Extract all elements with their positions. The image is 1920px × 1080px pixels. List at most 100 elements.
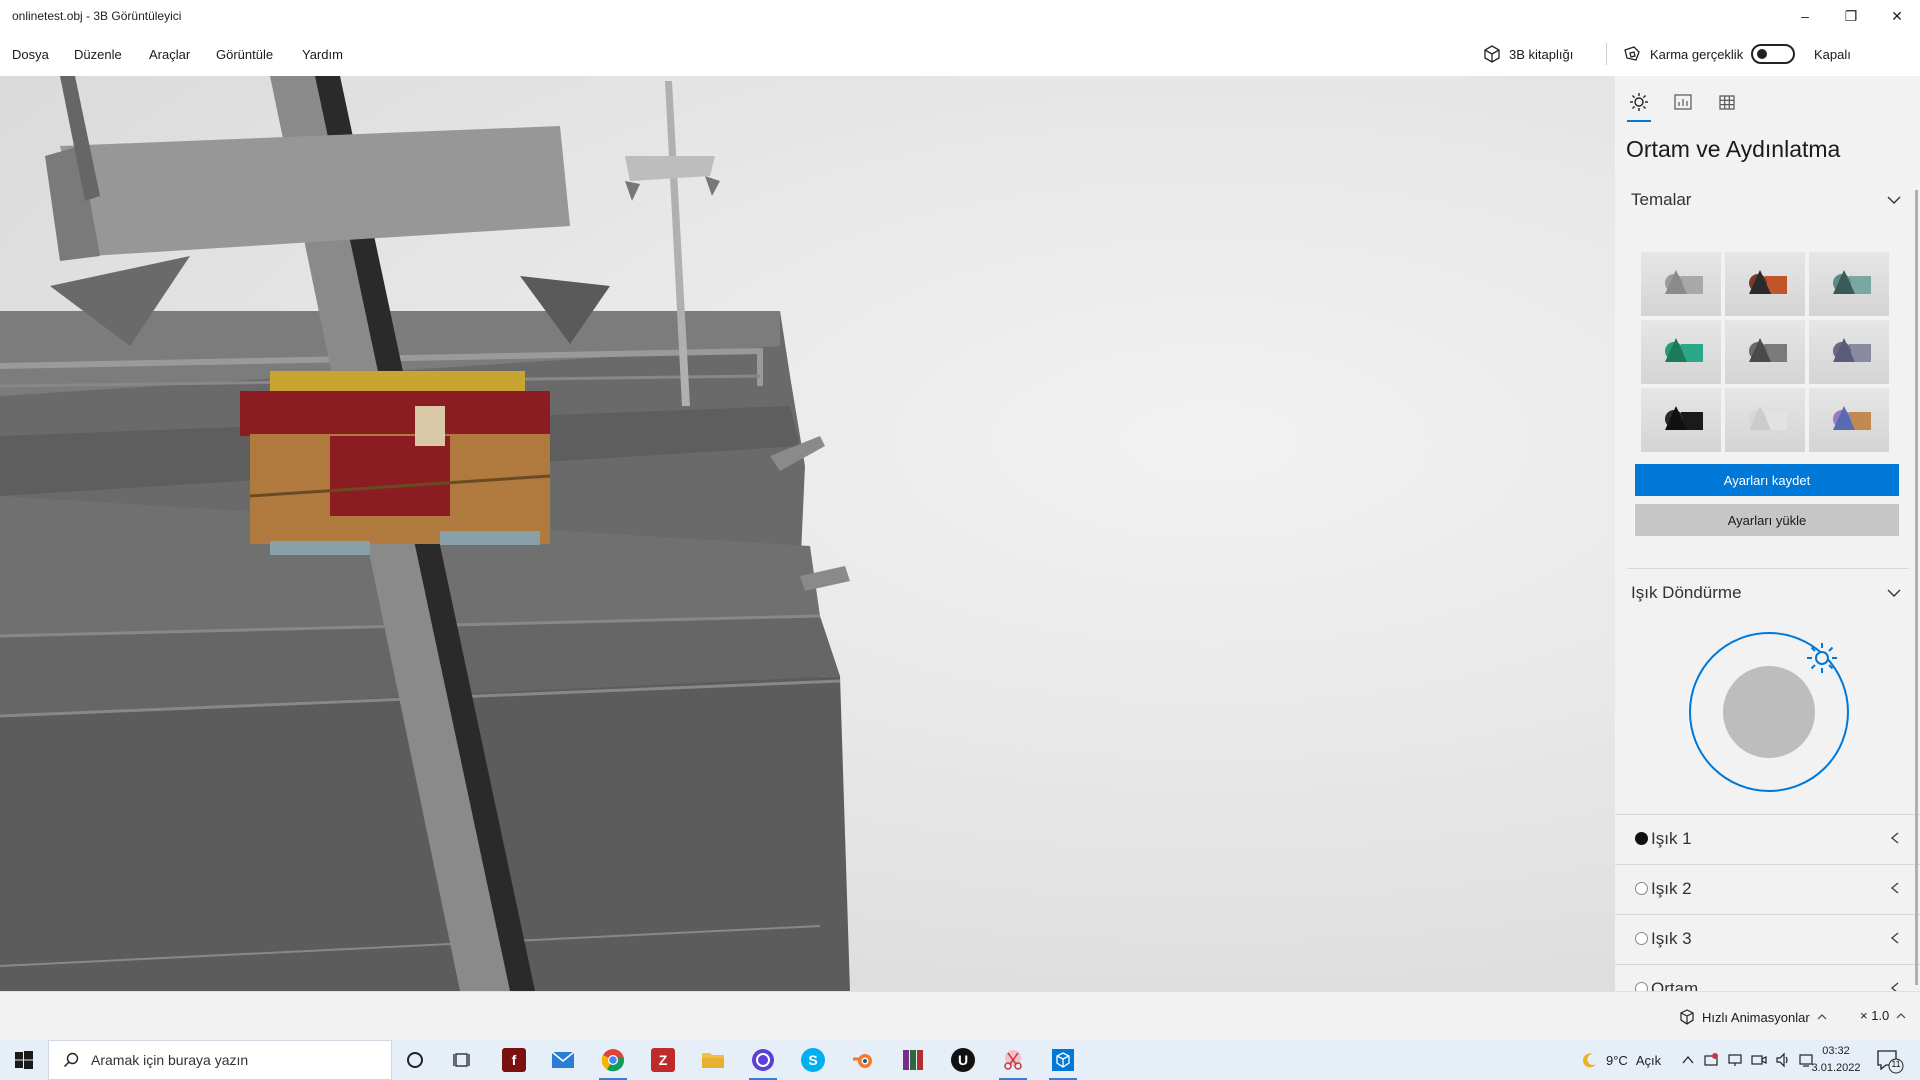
theme-tile[interactable] [1725, 320, 1805, 384]
theme-tile[interactable] [1809, 320, 1889, 384]
maximize-button[interactable]: ❐ [1828, 0, 1874, 32]
light-rotation-section-header[interactable]: Işık Döndürme [1615, 571, 1920, 615]
theme-tile[interactable] [1641, 320, 1721, 384]
taskbar-app-explorer[interactable] [693, 1044, 733, 1076]
section-divider [1627, 568, 1909, 569]
theme-cone-shape [1665, 270, 1687, 294]
panel-title: Ortam ve Aydınlatma [1626, 136, 1841, 162]
windows-icon [15, 1051, 33, 1069]
chat-icon [752, 1049, 774, 1071]
taskbar-search[interactable]: Aramak için buraya yazın [48, 1040, 392, 1080]
taskbar-app-messenger[interactable] [743, 1044, 783, 1080]
ambient-radio[interactable] [1635, 982, 1648, 991]
light-3-radio[interactable] [1635, 932, 1648, 945]
mixed-reality-toggle[interactable] [1751, 44, 1796, 64]
environment-panel: Ortam ve Aydınlatma Temalar Ayarları kay… [1615, 76, 1920, 991]
blender-icon [853, 1054, 872, 1068]
taskbar-app-flash[interactable]: f [494, 1044, 534, 1076]
volume-icon[interactable] [1775, 1052, 1791, 1068]
light-row-ambient[interactable]: Ortam [1615, 964, 1920, 991]
theme-tile[interactable] [1809, 252, 1889, 316]
task-view-button[interactable] [443, 1044, 483, 1076]
minimize-button[interactable]: – [1782, 0, 1828, 32]
panel-tabs [1625, 86, 1741, 126]
chevron-left-icon [1890, 882, 1899, 894]
tab-grid[interactable] [1713, 86, 1741, 118]
save-settings-button[interactable]: Ayarları kaydet [1635, 464, 1899, 496]
theme-tile[interactable] [1725, 252, 1805, 316]
light-sphere [1723, 666, 1815, 758]
menu-view[interactable]: Görüntüle [216, 47, 273, 62]
taskbar-app-mail[interactable] [543, 1044, 583, 1076]
light-row-2[interactable]: Işık 2 [1615, 864, 1920, 914]
taskbar-app-skype[interactable]: S [793, 1044, 833, 1076]
light-2-radio[interactable] [1635, 882, 1648, 895]
theme-cone-shape [1665, 406, 1687, 430]
notification-count: 11 [1891, 1059, 1901, 1069]
mixed-reality-label: Karma gerçeklik [1650, 46, 1744, 62]
taskbar-app-unreal[interactable]: U [943, 1044, 983, 1076]
toggle-knob [1757, 49, 1768, 59]
start-button[interactable] [0, 1040, 48, 1080]
cortana-button[interactable] [395, 1044, 435, 1076]
weather-temperature[interactable]: 9°C [1606, 1053, 1628, 1068]
animations-label: Hızlı Animasyonlar [1702, 1009, 1810, 1025]
3d-library-button[interactable]: 3B kitaplığı [1482, 44, 1573, 64]
panel-scrollbar[interactable] [1915, 190, 1918, 985]
animation-icon [1680, 1009, 1694, 1025]
weather-condition[interactable]: Açık [1636, 1053, 1661, 1068]
task-view-icon [453, 1053, 470, 1067]
filezilla-icon: Z [651, 1048, 675, 1072]
mixed-reality-control[interactable]: Karma gerçeklik [1622, 44, 1796, 64]
tab-stats[interactable] [1669, 86, 1697, 118]
theme-cone-shape [1749, 270, 1771, 294]
theme-cone-shape [1833, 406, 1855, 430]
theme-cone-shape [1749, 338, 1771, 362]
theme-tile[interactable] [1641, 252, 1721, 316]
close-button[interactable]: ✕ [1874, 0, 1920, 32]
theme-tile[interactable] [1641, 388, 1721, 452]
theme-tile[interactable] [1725, 388, 1805, 452]
chevron-up-icon[interactable] [1681, 1053, 1695, 1067]
load-settings-button[interactable]: Ayarları yükle [1635, 504, 1899, 536]
mixed-reality-icon [1624, 46, 1640, 61]
menu-help[interactable]: Yardım [302, 47, 343, 62]
network-icon[interactable] [1727, 1052, 1743, 1068]
light-2-label: Işık 2 [1651, 879, 1692, 898]
archive-icon [903, 1050, 923, 1070]
chevron-down-icon [1887, 196, 1901, 204]
bluetooth-icon[interactable] [1703, 1052, 1719, 1068]
light-1-radio[interactable] [1635, 832, 1648, 845]
taskbar-app-winrar[interactable] [893, 1044, 933, 1076]
tab-lighting[interactable] [1625, 86, 1653, 122]
light-row-3[interactable]: Işık 3 [1615, 914, 1920, 964]
menu-edit[interactable]: Düzenle [74, 47, 122, 62]
sun-handle-icon[interactable] [1805, 641, 1839, 675]
chevron-left-icon [1890, 982, 1899, 991]
taskbar-clock[interactable]: 03:32 3.01.2022 [1808, 1043, 1864, 1077]
theme-cone-shape [1833, 270, 1855, 294]
themes-section-header[interactable]: Temalar [1615, 178, 1920, 222]
theme-cone-shape [1665, 338, 1687, 362]
3d-viewport[interactable] [0, 76, 1615, 991]
window-title: onlinetest.obj - 3B Görüntüleyici [12, 9, 182, 23]
light-3-label: Işık 3 [1651, 929, 1692, 948]
stats-icon [1674, 94, 1692, 110]
taskbar-app-3d-viewer[interactable] [1043, 1044, 1083, 1080]
chevron-left-icon [1890, 832, 1899, 844]
taskbar-app-snip[interactable] [993, 1044, 1033, 1080]
animations-control[interactable]: Hızlı Animasyonlar [1678, 1008, 1828, 1026]
camera-icon[interactable] [1751, 1052, 1767, 1068]
light-row-1[interactable]: Işık 1 [1615, 814, 1920, 864]
cube-icon [1484, 45, 1500, 63]
taskbar-app-filezilla[interactable]: Z [643, 1044, 683, 1076]
notification-center-button[interactable]: 11 [1876, 1048, 1904, 1079]
menu-file[interactable]: Dosya [12, 47, 49, 62]
taskbar-app-chrome[interactable] [593, 1044, 633, 1080]
speed-control[interactable]: × 1.0 [1860, 1008, 1907, 1023]
theme-tile[interactable] [1809, 388, 1889, 452]
flash-icon: f [502, 1048, 526, 1072]
taskbar-app-blender[interactable] [843, 1044, 883, 1076]
menu-tools[interactable]: Araçlar [149, 47, 190, 62]
sun-icon [1630, 93, 1648, 111]
